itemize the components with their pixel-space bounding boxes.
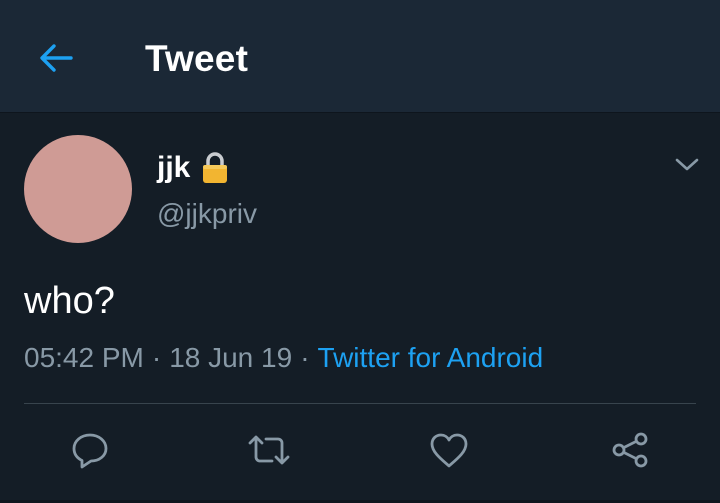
reply-icon <box>72 433 108 469</box>
tweet-meta: 05:42 PM · 18 Jun 19 · Twitter for Android <box>24 342 543 374</box>
avatar[interactable] <box>24 135 132 243</box>
tweet-source-link[interactable]: Twitter for Android <box>318 342 544 373</box>
arrow-left-icon <box>40 44 73 72</box>
heart-icon <box>430 433 468 468</box>
chevron-down-icon <box>675 158 699 171</box>
divider <box>24 403 696 404</box>
author-display-name: jjk <box>157 151 191 184</box>
retweet-button[interactable] <box>247 428 291 472</box>
tweet-date: 18 Jun 19 <box>169 342 293 373</box>
tweet-time: 05:42 PM <box>24 342 144 373</box>
author-handle[interactable]: @jjkpriv <box>157 198 257 230</box>
share-button[interactable] <box>608 428 652 472</box>
back-button[interactable] <box>34 36 78 80</box>
lock-icon <box>200 151 230 185</box>
tweet-menu-button[interactable] <box>670 150 704 180</box>
retweet-icon <box>248 435 290 465</box>
tweet-text: who? <box>24 280 115 322</box>
meta-separator: · <box>300 342 310 373</box>
author-name-row[interactable]: jjk <box>157 148 230 188</box>
page-title: Tweet <box>145 38 249 79</box>
app-header: Tweet <box>0 0 720 113</box>
share-icon <box>612 432 648 468</box>
like-button[interactable] <box>427 428 471 472</box>
meta-separator: · <box>151 342 162 373</box>
reply-button[interactable] <box>68 428 112 472</box>
